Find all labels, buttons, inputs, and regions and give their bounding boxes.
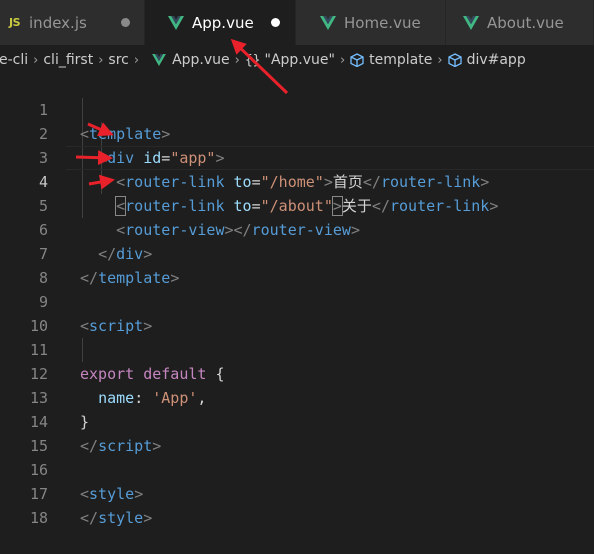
chevron-right-icon: ›	[33, 52, 39, 68]
code-line[interactable]: 10	[0, 290, 594, 335]
tab-label: About.vue	[487, 13, 564, 32]
code-line[interactable]: 2 <div id="app">	[0, 98, 594, 167]
code-line[interactable]: 3 <router-link to="/home">首页</router-lin…	[0, 122, 594, 191]
breadcrumb-item-cli-first[interactable]: cli_first	[43, 52, 93, 68]
breadcrumb-label: template	[369, 52, 433, 68]
tab-label: index.js	[29, 13, 87, 32]
code-text: </style>	[80, 509, 153, 527]
breadcrumb-label: cli_first	[43, 52, 94, 68]
chevron-right-icon: ›	[339, 52, 346, 68]
breadcrumb-label: e-cli	[0, 52, 29, 68]
code-line[interactable]: 17 </style>	[0, 458, 594, 527]
code-line[interactable]: 15	[0, 410, 594, 455]
vue-file-icon	[168, 15, 184, 30]
breadcrumb-item-e-cli[interactable]: e-cli	[0, 52, 28, 68]
vue-file-icon	[152, 54, 166, 66]
code-editor[interactable]: 1 <template> 2 <div id="app"> 3 <router-…	[0, 74, 594, 527]
code-line[interactable]: 13 }	[0, 362, 594, 431]
unsaved-dot-icon[interactable]	[271, 18, 280, 27]
breadcrumb-item-src[interactable]: src	[108, 52, 128, 68]
code-line-current[interactable]: 4 <router-link to="/about">关于</router-li…	[0, 146, 594, 216]
cube-icon	[350, 53, 364, 67]
tab-label: App.vue	[192, 13, 254, 32]
breadcrumb-label: div#app	[466, 52, 526, 68]
code-line[interactable]: 1 <template>	[0, 74, 594, 143]
tab-about-vue[interactable]: About.vue	[446, 0, 594, 45]
braces-icon: {}	[244, 52, 261, 68]
vue-file-icon	[463, 15, 479, 30]
breadcrumb: e-cli › cli_first › src › App.vue › {} "…	[0, 45, 594, 75]
unsaved-dot-icon[interactable]	[121, 18, 130, 27]
code-line[interactable]: 7 </template>	[0, 218, 594, 287]
tab-app-vue[interactable]: App.vue	[145, 0, 296, 45]
code-line[interactable]: 14 </script>	[0, 386, 594, 455]
code-line[interactable]: 12 name: 'App',	[0, 338, 594, 407]
editor-tab-bar: JS index.js App.vue Home.vue About.vue	[0, 0, 594, 45]
cube-icon	[447, 53, 462, 67]
code-line[interactable]: 8	[0, 242, 594, 287]
code-line[interactable]: 5 <router-view></router-view>	[0, 170, 594, 239]
js-file-icon: JS	[9, 16, 21, 29]
code-line[interactable]: 11 export default {	[0, 314, 594, 383]
breadcrumb-label: src	[108, 52, 129, 68]
breadcrumb-item-div-app[interactable]: div#app	[447, 52, 526, 68]
breadcrumb-item-template[interactable]: template	[350, 52, 432, 68]
code-line[interactable]: 9 <script>	[0, 266, 594, 335]
tab-home-vue[interactable]: Home.vue	[296, 0, 446, 45]
breadcrumb-item-app-vue-object[interactable]: {} "App.vue"	[245, 52, 335, 68]
breadcrumb-label: "App.vue"	[264, 52, 335, 68]
tab-index-js[interactable]: JS index.js	[0, 0, 145, 45]
breadcrumb-item-app-vue[interactable]: App.vue	[152, 52, 230, 68]
chevron-right-icon: ›	[234, 52, 240, 68]
code-line[interactable]: 16 <style>	[0, 434, 594, 503]
line-number: 18	[29, 509, 48, 527]
chevron-right-icon: ›	[437, 52, 443, 68]
breadcrumb-label: App.vue	[172, 52, 230, 68]
vue-file-icon	[320, 15, 336, 30]
chevron-right-icon: ›	[98, 52, 104, 68]
chevron-right-icon: ›	[133, 52, 140, 68]
code-line[interactable]: 18	[0, 482, 594, 527]
tab-label: Home.vue	[344, 13, 421, 32]
code-line[interactable]: 6 </div>	[0, 194, 594, 263]
